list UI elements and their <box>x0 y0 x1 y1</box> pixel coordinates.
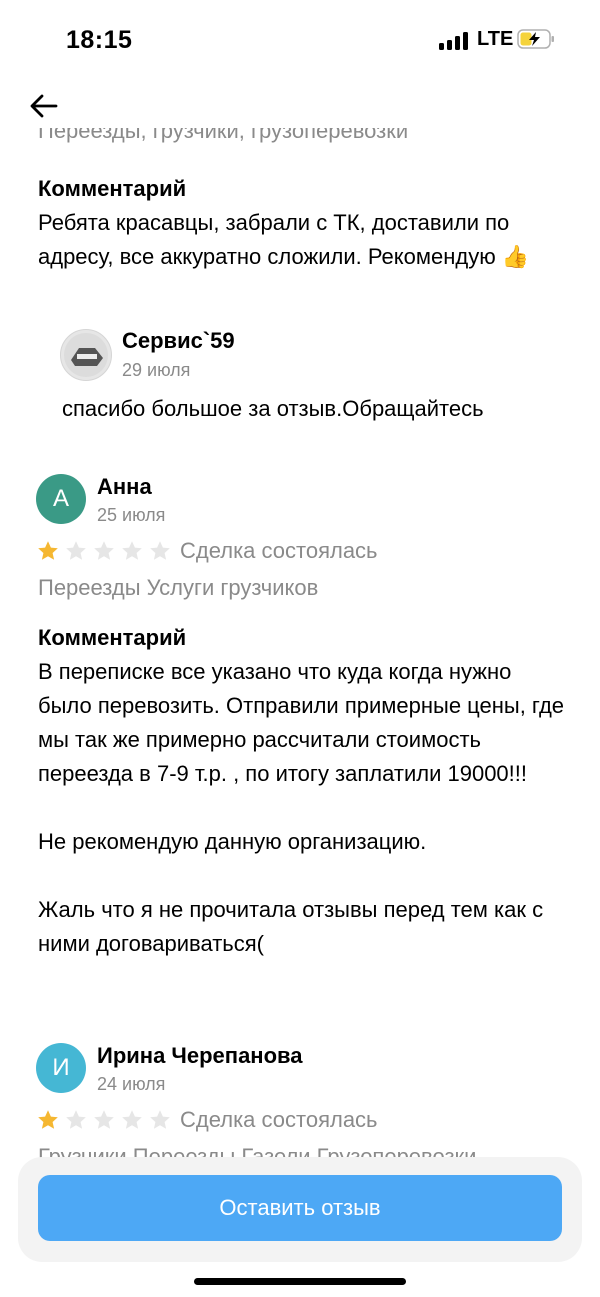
reviews-list[interactable]: Переезды, грузчики, грузоперевозки Комме… <box>0 128 600 1158</box>
battery-charging-icon <box>517 29 554 49</box>
avatar: А <box>36 474 86 524</box>
review-date: 25 июля <box>97 505 166 525</box>
reply-author: Сервис`59 <box>122 328 235 353</box>
back-arrow-icon[interactable] <box>28 90 60 122</box>
star-icon <box>150 1110 170 1129</box>
avatar: И <box>36 1043 86 1093</box>
bottom-action-panel: Оставить отзыв <box>18 1157 582 1262</box>
network-label: LTE <box>477 28 514 50</box>
deal-status: Сделка состоялась <box>180 538 378 563</box>
review-tags: Грузчики Переезды Газели Грузоперевозки <box>38 1144 477 1158</box>
comment-label: Комментарий <box>38 176 187 201</box>
rating-stars <box>36 1108 176 1132</box>
review-tags-partial: Переезды, грузчики, грузоперевозки <box>38 128 409 143</box>
status-bar: 18:15 LTE <box>0 0 600 80</box>
home-indicator[interactable] <box>194 1278 406 1285</box>
reply-text: спасибо большое за отзыв.Обращайтесь <box>62 396 484 421</box>
rating-stars <box>36 539 176 563</box>
deal-status: Сделка состоялась <box>180 1107 378 1132</box>
star-icon <box>150 541 170 560</box>
star-icon <box>122 1110 142 1129</box>
star-icon <box>38 541 58 560</box>
review-author: Ирина Черепанова <box>97 1043 303 1068</box>
star-icon <box>94 1110 114 1129</box>
star-icon <box>122 541 142 560</box>
comment-label: Комментарий <box>38 625 187 650</box>
star-icon <box>94 541 114 560</box>
review-comment: Ребята красавцы, забрали с ТК, доставили… <box>38 210 530 269</box>
review-author: Анна <box>97 474 152 499</box>
signal-icon <box>439 32 469 50</box>
review-tags: Переезды Услуги грузчиков <box>38 575 319 600</box>
status-time: 18:15 <box>66 26 133 54</box>
star-icon <box>66 1110 86 1129</box>
leave-review-button[interactable]: Оставить отзыв <box>38 1175 562 1241</box>
reply-date: 29 июля <box>122 360 191 380</box>
review-date: 24 июля <box>97 1074 166 1094</box>
company-logo-icon <box>64 333 108 377</box>
star-icon <box>66 541 86 560</box>
company-avatar <box>60 329 112 381</box>
review-comment: В переписке все указано что куда когда н… <box>38 659 565 956</box>
star-icon <box>38 1110 58 1129</box>
